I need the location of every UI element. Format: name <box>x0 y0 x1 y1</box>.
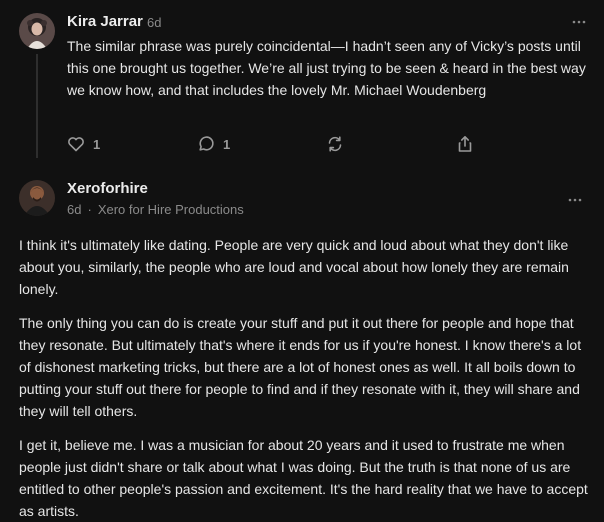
avatar[interactable] <box>19 13 55 49</box>
comment-paragraph: The similar phrase was purely coincident… <box>67 38 586 98</box>
timestamp[interactable]: 6d <box>67 202 81 217</box>
comment-paragraph: The only thing you can do is create your… <box>19 315 582 419</box>
more-options-button[interactable] <box>567 193 585 205</box>
reply-button[interactable]: 1 <box>197 134 230 154</box>
comment-paragraph: I get it, believe me. I was a musician f… <box>19 437 588 519</box>
like-count: 1 <box>93 136 101 152</box>
more-dots-icon <box>572 20 586 24</box>
author-name[interactable]: Xeroforhire <box>67 180 148 197</box>
reply-count: 1 <box>223 136 231 152</box>
comment-body: I think it's ultimately like dating. Peo… <box>19 234 594 522</box>
comment-paragraph: I think it's ultimately like dating. Peo… <box>19 237 569 297</box>
share-icon <box>458 136 472 152</box>
restack-icon <box>328 136 342 152</box>
comment-body: The similar phrase was purely coincident… <box>67 35 592 101</box>
more-options-button[interactable] <box>571 15 589 27</box>
thread-line <box>36 54 38 158</box>
like-button[interactable]: 1 <box>67 134 100 154</box>
byline: 6d · Xero for Hire Productions <box>67 202 244 217</box>
author-name[interactable]: Kira Jarrar <box>67 13 143 30</box>
restack-button[interactable] <box>326 134 344 154</box>
more-dots-icon <box>568 198 582 202</box>
byline-separator: · <box>87 202 92 217</box>
heart-icon <box>68 137 84 152</box>
timestamp[interactable]: 6d <box>147 15 161 30</box>
speech-bubble-icon <box>199 136 214 151</box>
publication-link[interactable]: Xero for Hire Productions <box>98 202 244 217</box>
avatar[interactable] <box>19 180 55 216</box>
share-button[interactable] <box>456 134 474 154</box>
